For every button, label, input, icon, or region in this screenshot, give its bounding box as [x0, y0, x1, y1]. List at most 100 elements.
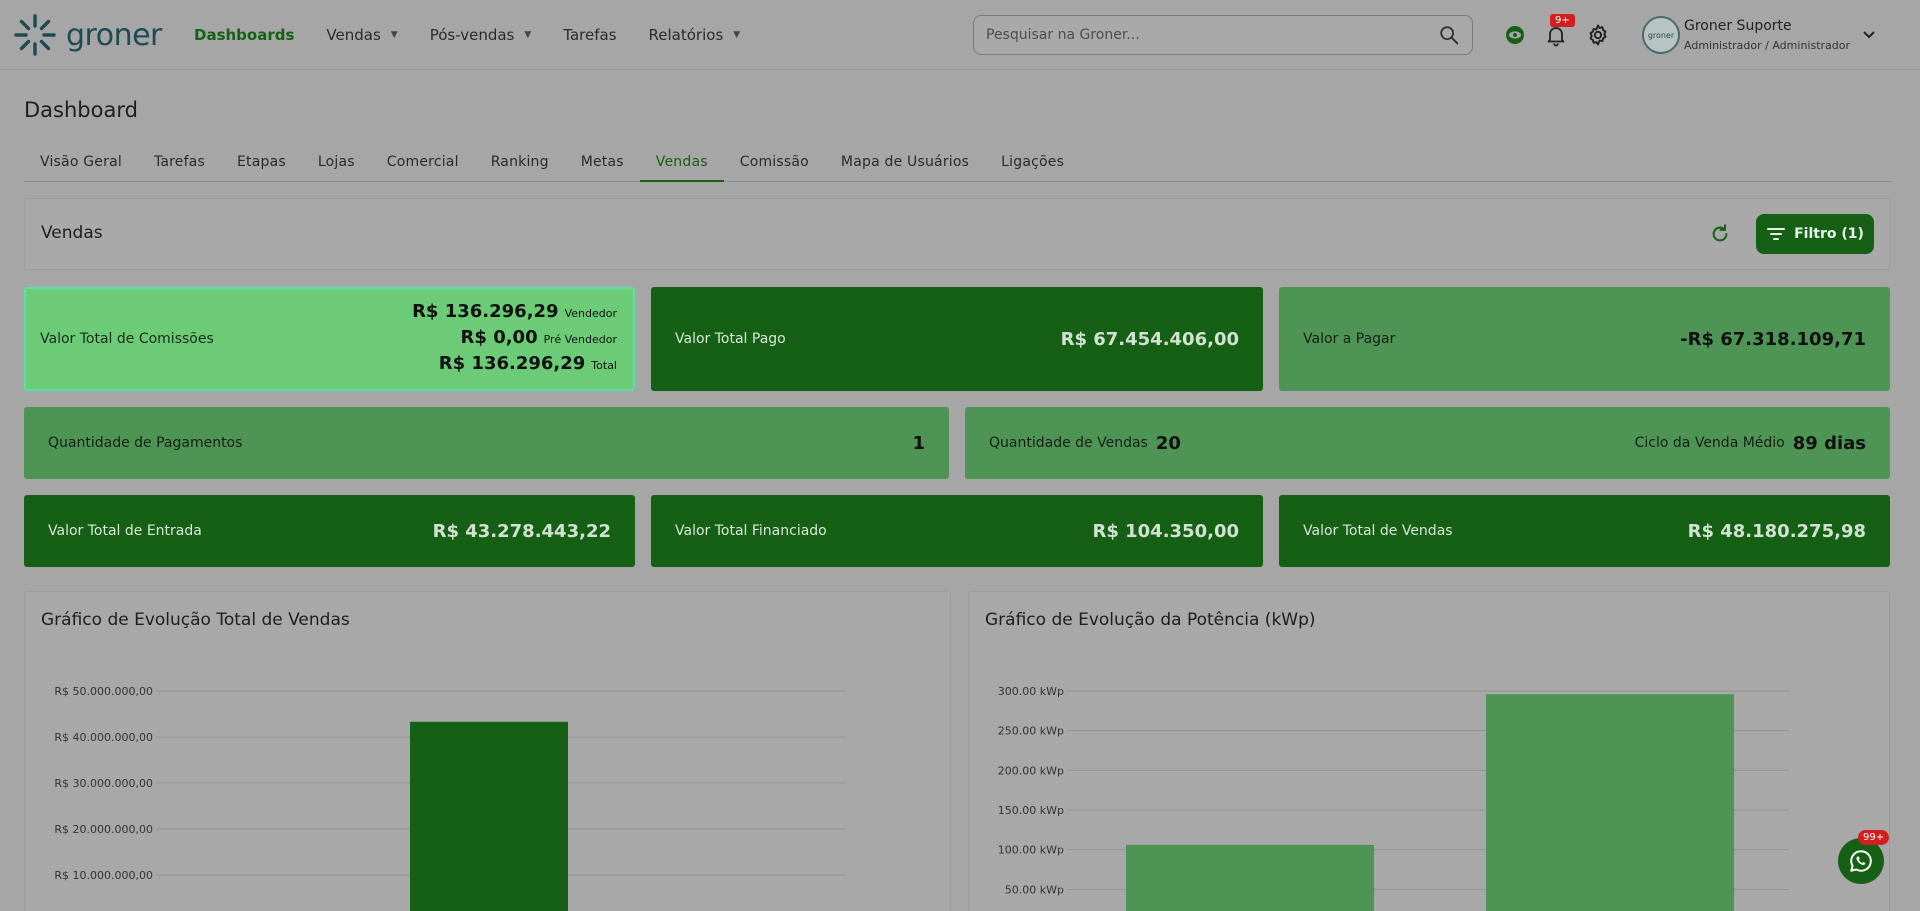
chart-bar[interactable]	[1126, 844, 1374, 911]
y-tick-label: 150.00 kWp	[998, 804, 1064, 817]
chart-panel-potencia: Gráfico de Evolução da Potência (kWp) 50…	[968, 591, 1890, 911]
chart-bar[interactable]	[1486, 694, 1734, 911]
eye-icon[interactable]	[1502, 22, 1528, 48]
page-title: Dashboard	[24, 98, 138, 122]
y-tick-label: 300.00 kWp	[998, 685, 1064, 698]
y-tick-label: R$ 40.000.000,00	[54, 731, 153, 744]
commission-suffix: Total	[591, 359, 617, 372]
commission-amount: R$ 0,00	[460, 327, 538, 348]
card-value: R$ 43.278.443,22	[432, 520, 611, 542]
chart-bar[interactable]	[410, 721, 568, 911]
nav-dashboards[interactable]: Dashboards	[194, 26, 294, 44]
tab-comercial[interactable]: Comercial	[371, 146, 475, 182]
nav-label: Relatórios	[648, 26, 724, 44]
main-nav: Dashboards Vendas ▼ Pós-vendas ▼ Tarefas R…	[194, 0, 772, 70]
filter-button[interactable]: Filtro (1)	[1756, 214, 1874, 254]
card-label: Valor Total de Entrada	[48, 523, 202, 539]
y-tick-label: 50.00 kWp	[1005, 883, 1064, 896]
card-label: Valor Total Pago	[675, 331, 786, 347]
dashboard-tabs: Visão Geral Tarefas Etapas Lojas Comerci…	[24, 146, 1892, 182]
user-name: Groner Suporte	[1684, 18, 1792, 34]
card-total-vendas: Valor Total de Vendas R$ 48.180.275,98	[1279, 495, 1890, 567]
power-evolution-chart: 50.00 kWp 100.00 kWp 150.00 kWp 200.00 kWp 2…	[998, 685, 1789, 911]
ciclo-value: 89 dias	[1792, 432, 1866, 454]
sun-logo-icon	[14, 14, 56, 56]
section-header: Vendas Filtro (1)	[24, 198, 1890, 270]
caret-down-icon: ▼	[524, 30, 532, 40]
card-label: Quantidade de Pagamentos	[48, 435, 243, 451]
card-value: R$ 48.180.275,98	[1687, 520, 1866, 542]
tab-etapas[interactable]: Etapas	[221, 146, 302, 182]
card-value: 20	[1155, 432, 1181, 454]
card-qtd-pagamentos: Quantidade de Pagamentos 1	[24, 407, 949, 479]
nav-pos-vendas[interactable]: Pós-vendas ▼	[430, 26, 532, 44]
search-input[interactable]	[986, 27, 1438, 43]
brand-name: groner	[66, 17, 162, 53]
tab-mapa-de-usuarios[interactable]: Mapa de Usuários	[825, 146, 985, 182]
card-financiado: Valor Total Financiado R$ 104.350,00	[651, 495, 1263, 567]
card-label: Valor a Pagar	[1303, 331, 1396, 347]
search-icon[interactable]	[1438, 24, 1460, 46]
tab-comissao[interactable]: Comissão	[724, 146, 825, 182]
nav-vendas[interactable]: Vendas ▼	[326, 26, 397, 44]
tab-visao-geral[interactable]: Visão Geral	[24, 146, 138, 182]
card-value: -R$ 67.318.109,71	[1680, 328, 1866, 350]
card-label: Valor Total de Comissões	[40, 331, 214, 347]
commission-suffix: Vendedor	[564, 307, 617, 320]
nav-relatorios[interactable]: Relatórios ▼	[649, 26, 741, 44]
card-label: Quantidade de Vendas	[989, 435, 1148, 451]
card-a-pagar: Valor a Pagar -R$ 67.318.109,71	[1279, 287, 1890, 391]
tab-ranking[interactable]: Ranking	[475, 146, 565, 182]
nav-label: Pós-vendas	[429, 26, 515, 44]
avatar: groner	[1642, 16, 1680, 54]
tab-ligacoes[interactable]: Ligações	[985, 146, 1080, 182]
tab-metas[interactable]: Metas	[565, 146, 640, 182]
user-menu[interactable]: groner Groner Suporte Administrador / Ad…	[1642, 16, 1850, 54]
gear-icon[interactable]	[1585, 22, 1611, 48]
y-tick-label: 250.00 kWp	[998, 725, 1064, 738]
card-value: R$ 67.454.406,00	[1060, 328, 1239, 350]
card-comissoes: Valor Total de Comissões R$ 136.296,29 Ve…	[24, 287, 635, 391]
section-title: Vendas	[41, 223, 103, 243]
tab-vendas[interactable]: Vendas	[639, 146, 724, 182]
y-tick-label: R$ 20.000.000,00	[54, 823, 153, 836]
card-label: Valor Total Financiado	[675, 523, 827, 539]
tab-tarefas[interactable]: Tarefas	[138, 146, 221, 182]
commission-amount: R$ 136.296,29	[412, 301, 559, 322]
filter-icon	[1767, 228, 1786, 240]
card-value: 1	[912, 432, 925, 454]
chevron-down-icon[interactable]	[1860, 26, 1878, 44]
nav-label: Dashboards	[194, 26, 295, 44]
y-tick-label: 200.00 kWp	[998, 764, 1064, 777]
filter-label: Filtro (1)	[1794, 226, 1864, 242]
top-navbar: groner Dashboards Vendas ▼ Pós-vendas ▼ Ta…	[0, 0, 1920, 70]
whatsapp-icon	[1850, 850, 1872, 872]
y-tick-label: R$ 30.000.000,00	[54, 777, 153, 790]
y-tick-label: 100.00 kWp	[998, 844, 1064, 857]
sales-evolution-chart: R$ 10.000.000,00 R$ 20.000.000,00 R$ 30.00…	[54, 685, 845, 911]
y-tick-label: R$ 10.000.000,00	[54, 869, 153, 882]
chart-panel-vendas: Gráfico de Evolução Total de Vendas R$ 1…	[24, 591, 951, 911]
refresh-icon[interactable]	[1709, 223, 1731, 245]
y-tick-label: R$ 50.000.000,00	[54, 685, 153, 698]
nav-label: Vendas	[326, 26, 381, 44]
nav-label: Tarefas	[563, 26, 617, 44]
groner-logo[interactable]: groner	[12, 10, 162, 60]
card-qtd-vendas: Quantidade de Vendas 20 Ciclo da Venda M…	[965, 407, 1890, 479]
user-role: Administrador / Administrador	[1684, 39, 1851, 52]
caret-down-icon: ▼	[733, 30, 741, 40]
card-value: R$ 104.350,00	[1092, 520, 1239, 542]
commission-amount: R$ 136.296,29	[438, 353, 586, 374]
card-entrada: Valor Total de Entrada R$ 43.278.443,22	[24, 495, 635, 567]
ciclo-label: Ciclo da Venda Médio	[1634, 435, 1785, 451]
card-label: Valor Total de Vendas	[1303, 523, 1453, 539]
chat-badge: 99+	[1858, 830, 1890, 845]
caret-down-icon: ▼	[390, 30, 398, 40]
search-bar	[973, 15, 1473, 55]
commission-breakdown: R$ 136.296,29 Vendedor R$ 0,00 Pré Vendedo…	[412, 300, 617, 378]
notification-badge: 9+	[1550, 14, 1575, 27]
commission-suffix: Pré Vendedor	[543, 333, 617, 346]
tab-lojas[interactable]: Lojas	[302, 146, 371, 182]
card-total-pago: Valor Total Pago R$ 67.454.406,00	[651, 287, 1263, 391]
nav-tarefas[interactable]: Tarefas	[563, 26, 616, 44]
